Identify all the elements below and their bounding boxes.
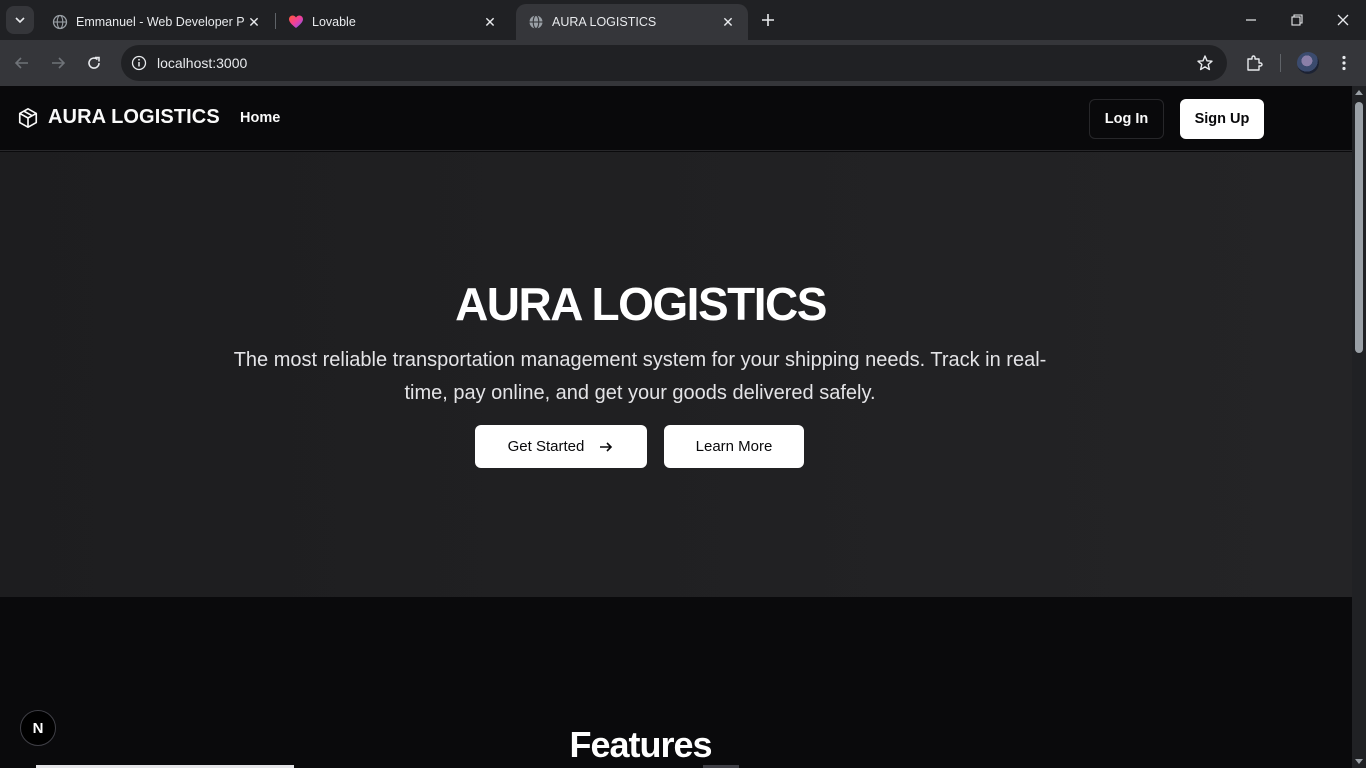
- hero-section: AURA LOGISTICS The most reliable transpo…: [0, 152, 1352, 597]
- nav-home-link[interactable]: Home: [240, 110, 280, 126]
- restore-button[interactable]: [1274, 0, 1320, 40]
- reload-icon: [88, 56, 100, 69]
- globe-icon: [528, 14, 544, 30]
- features-section: Features: [0, 597, 1352, 768]
- package-icon: [18, 107, 38, 128]
- lovable-heart-icon: [288, 14, 304, 30]
- minimize-button[interactable]: [1228, 0, 1274, 40]
- back-button[interactable]: [8, 49, 36, 77]
- kebab-menu-icon: [1342, 55, 1346, 71]
- tab-strip: Emmanuel - Web Developer Po ✕ Lovable ✕ …: [0, 0, 1366, 40]
- minimize-icon: [1246, 19, 1256, 21]
- bookmark-star-icon[interactable]: [1195, 53, 1215, 73]
- nextjs-devtools-button[interactable]: N: [20, 710, 56, 746]
- hero-title: AURA LOGISTICS: [455, 278, 827, 330]
- get-started-label: Get Started: [507, 438, 585, 455]
- page-viewport: AURA LOGISTICS Home Log In Sign Up AURA …: [0, 86, 1352, 768]
- globe-icon: [52, 14, 68, 30]
- features-title: Features: [569, 724, 712, 765]
- close-tab-icon[interactable]: ✕: [244, 12, 264, 32]
- address-bar[interactable]: localhost:3000: [121, 45, 1227, 81]
- scroll-up-arrow[interactable]: [1355, 90, 1363, 95]
- hero-subtitle: The most reliable transportation managem…: [233, 349, 1047, 404]
- url-text: localhost:3000: [157, 55, 248, 71]
- restore-icon: [1291, 14, 1303, 26]
- scroll-down-arrow[interactable]: [1355, 759, 1363, 764]
- plus-icon: [762, 14, 774, 26]
- scrollbar-thumb[interactable]: [1355, 102, 1363, 353]
- signup-button[interactable]: Sign Up: [1180, 99, 1264, 139]
- learn-more-button[interactable]: Learn More: [664, 425, 804, 468]
- puzzle-icon: [1247, 55, 1263, 71]
- brand-name: AURA LOGISTICS: [48, 106, 220, 128]
- close-tab-icon[interactable]: ✕: [718, 12, 738, 32]
- chevron-down-icon: [15, 17, 25, 24]
- browser-toolbar: localhost:3000: [0, 40, 1366, 86]
- site-header: AURA LOGISTICS Home Log In Sign Up: [0, 86, 1352, 151]
- toolbar-divider: [1280, 54, 1281, 72]
- tab-title: Emmanuel - Web Developer Po: [76, 15, 244, 29]
- arrow-right-icon: [52, 57, 66, 69]
- profile-button[interactable]: [1294, 49, 1322, 77]
- get-started-button[interactable]: Get Started: [475, 425, 647, 468]
- login-button[interactable]: Log In: [1089, 99, 1164, 139]
- reload-button[interactable]: [80, 49, 108, 77]
- brand-link[interactable]: AURA LOGISTICS: [17, 106, 220, 129]
- close-icon: [1337, 14, 1349, 26]
- extensions-button[interactable]: [1240, 49, 1268, 77]
- tab-title: Lovable: [312, 15, 356, 29]
- site-info-icon[interactable]: [123, 49, 155, 77]
- avatar: [1297, 52, 1319, 74]
- tab-aura-logistics[interactable]: AURA LOGISTICS ✕: [516, 4, 748, 40]
- arrow-left-icon: [14, 57, 28, 69]
- forward-button[interactable]: [44, 49, 72, 77]
- menu-button[interactable]: [1330, 49, 1358, 77]
- tab-title: AURA LOGISTICS: [552, 15, 657, 29]
- page-scrollbar[interactable]: [1352, 86, 1366, 768]
- close-window-button[interactable]: [1320, 0, 1366, 40]
- tab-search-button[interactable]: [6, 6, 34, 34]
- tab-lovable[interactable]: Lovable ✕: [276, 4, 510, 40]
- tab-portfolio[interactable]: Emmanuel - Web Developer Po ✕: [40, 4, 274, 40]
- close-tab-icon[interactable]: ✕: [480, 12, 500, 32]
- new-tab-button[interactable]: [756, 8, 780, 32]
- arrow-right-icon: [600, 441, 613, 452]
